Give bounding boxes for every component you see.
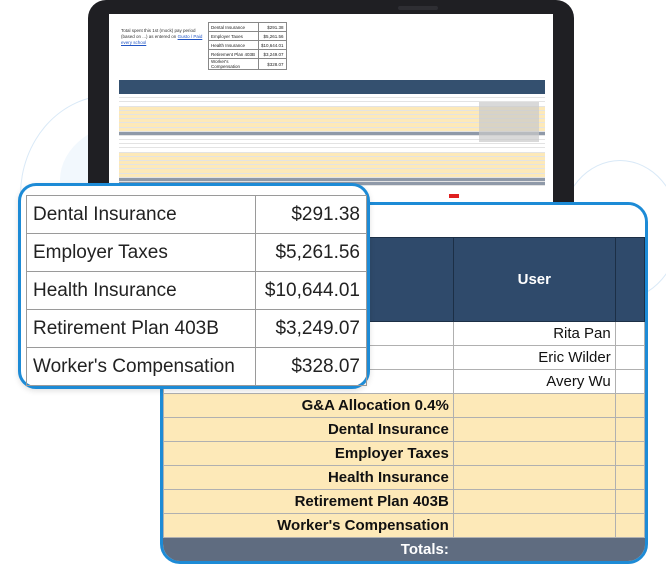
allocation-label-cell: Employer Taxes — [163, 441, 454, 466]
header-next-cell — [614, 237, 645, 322]
allocation-row: Dental Insurance — [163, 417, 645, 442]
allocation-row: Health Insurance — [163, 465, 645, 490]
screen-note: Total spent this 1st (mock) pay period (… — [121, 28, 209, 46]
mini-label: Retirement Plan 403B — [208, 49, 259, 59]
benefit-amount[interactable]: $3,249.07 — [255, 309, 367, 348]
allocation-row: Worker's Compensation — [163, 513, 645, 538]
allocation-header-cell: G&A Allocation 0.4% — [163, 393, 454, 418]
row-next-cell — [614, 537, 645, 561]
allocation-section-row: G&A Allocation 0.4% — [163, 393, 645, 418]
allocation-value-cell[interactable] — [452, 489, 616, 514]
totals-row: Totals: — [163, 537, 645, 561]
row-next-cell — [614, 345, 645, 370]
benefit-label: Dental Insurance — [26, 195, 256, 234]
totals-label-cell: Totals: — [163, 537, 454, 561]
mini-label: Health Insurance — [208, 40, 259, 50]
benefits-zoom-card: Dental Insurance $291.38 Employer Taxes $5… — [18, 183, 370, 389]
row-next-cell — [614, 513, 645, 538]
benefit-label: Employer Taxes — [26, 233, 256, 272]
mini-value: $10,644.01 — [258, 40, 287, 50]
benefits-summary-table: Dental Insurance $291.38 Employer Taxes $5… — [26, 195, 367, 386]
mini-label: Dental Insurance — [208, 22, 259, 32]
spreadsheet-thumbnail — [119, 80, 545, 200]
benefit-label: Worker's Compensation — [26, 347, 256, 386]
mini-value: $328.07 — [258, 58, 287, 70]
benefit-amount[interactable]: $10,644.01 — [255, 271, 367, 310]
mini-label: Worker's Compensation — [208, 58, 259, 70]
allocation-value-cell[interactable] — [452, 513, 616, 538]
mini-value: $291.38 — [258, 22, 287, 32]
allocation-label-cell: Health Insurance — [163, 465, 454, 490]
benefit-row: Employer Taxes $5,261.56 — [26, 233, 367, 272]
mini-label: Employer Taxes — [208, 31, 259, 41]
benefit-row: Dental Insurance $291.38 — [26, 195, 367, 234]
benefit-amount[interactable]: $328.07 — [255, 347, 367, 386]
user-cell[interactable]: Rita Pan — [452, 321, 616, 346]
allocation-row: Retirement Plan 403B — [163, 489, 645, 514]
laptop-camera — [398, 6, 438, 10]
mini-row: Worker's Compensation $328.07 — [208, 58, 287, 70]
row-next-cell — [614, 321, 645, 346]
mini-row: Dental Insurance $291.38 — [208, 22, 287, 32]
allocation-label-cell: Retirement Plan 403B — [163, 489, 454, 514]
sheet-shaded-block — [479, 102, 539, 142]
benefit-row: Worker's Compensation $328.07 — [26, 347, 367, 386]
benefit-label: Health Insurance — [26, 271, 256, 310]
benefit-amount[interactable]: $5,261.56 — [255, 233, 367, 272]
header-user-cell[interactable]: User — [452, 237, 616, 322]
row-next-cell — [614, 489, 645, 514]
allocation-value-cell[interactable] — [452, 393, 616, 418]
benefit-amount[interactable]: $291.38 — [255, 195, 367, 234]
mini-row: Retirement Plan 403B $3,249.07 — [208, 49, 287, 59]
benefit-row: Health Insurance $10,644.01 — [26, 271, 367, 310]
mini-benefits-table: Dental Insurance $291.38 Employer Taxes $5… — [208, 22, 287, 70]
sheet-highlight-cell — [449, 194, 459, 198]
mini-row: Employer Taxes $5,261.56 — [208, 31, 287, 41]
mini-value: $5,261.56 — [258, 31, 287, 41]
user-cell[interactable]: Avery Wu — [452, 369, 616, 394]
row-next-cell — [614, 417, 645, 442]
row-next-cell — [614, 441, 645, 466]
allocation-label-cell: Dental Insurance — [163, 417, 454, 442]
benefit-row: Retirement Plan 403B $3,249.07 — [26, 309, 367, 348]
allocation-value-cell[interactable] — [452, 441, 616, 466]
mini-value: $3,249.07 — [258, 49, 287, 59]
mini-row: Health Insurance $10,644.01 — [208, 40, 287, 50]
benefit-label: Retirement Plan 403B — [26, 309, 256, 348]
row-next-cell — [614, 465, 645, 490]
allocation-value-cell[interactable] — [452, 465, 616, 490]
sheet-header-row — [119, 80, 545, 94]
allocation-label-cell: Worker's Compensation — [163, 513, 454, 538]
user-cell[interactable]: Eric Wilder — [452, 345, 616, 370]
row-next-cell — [614, 369, 645, 394]
totals-value-cell[interactable] — [452, 537, 616, 561]
allocation-value-cell[interactable] — [452, 417, 616, 442]
row-next-cell — [614, 393, 645, 418]
allocation-row: Employer Taxes — [163, 441, 645, 466]
